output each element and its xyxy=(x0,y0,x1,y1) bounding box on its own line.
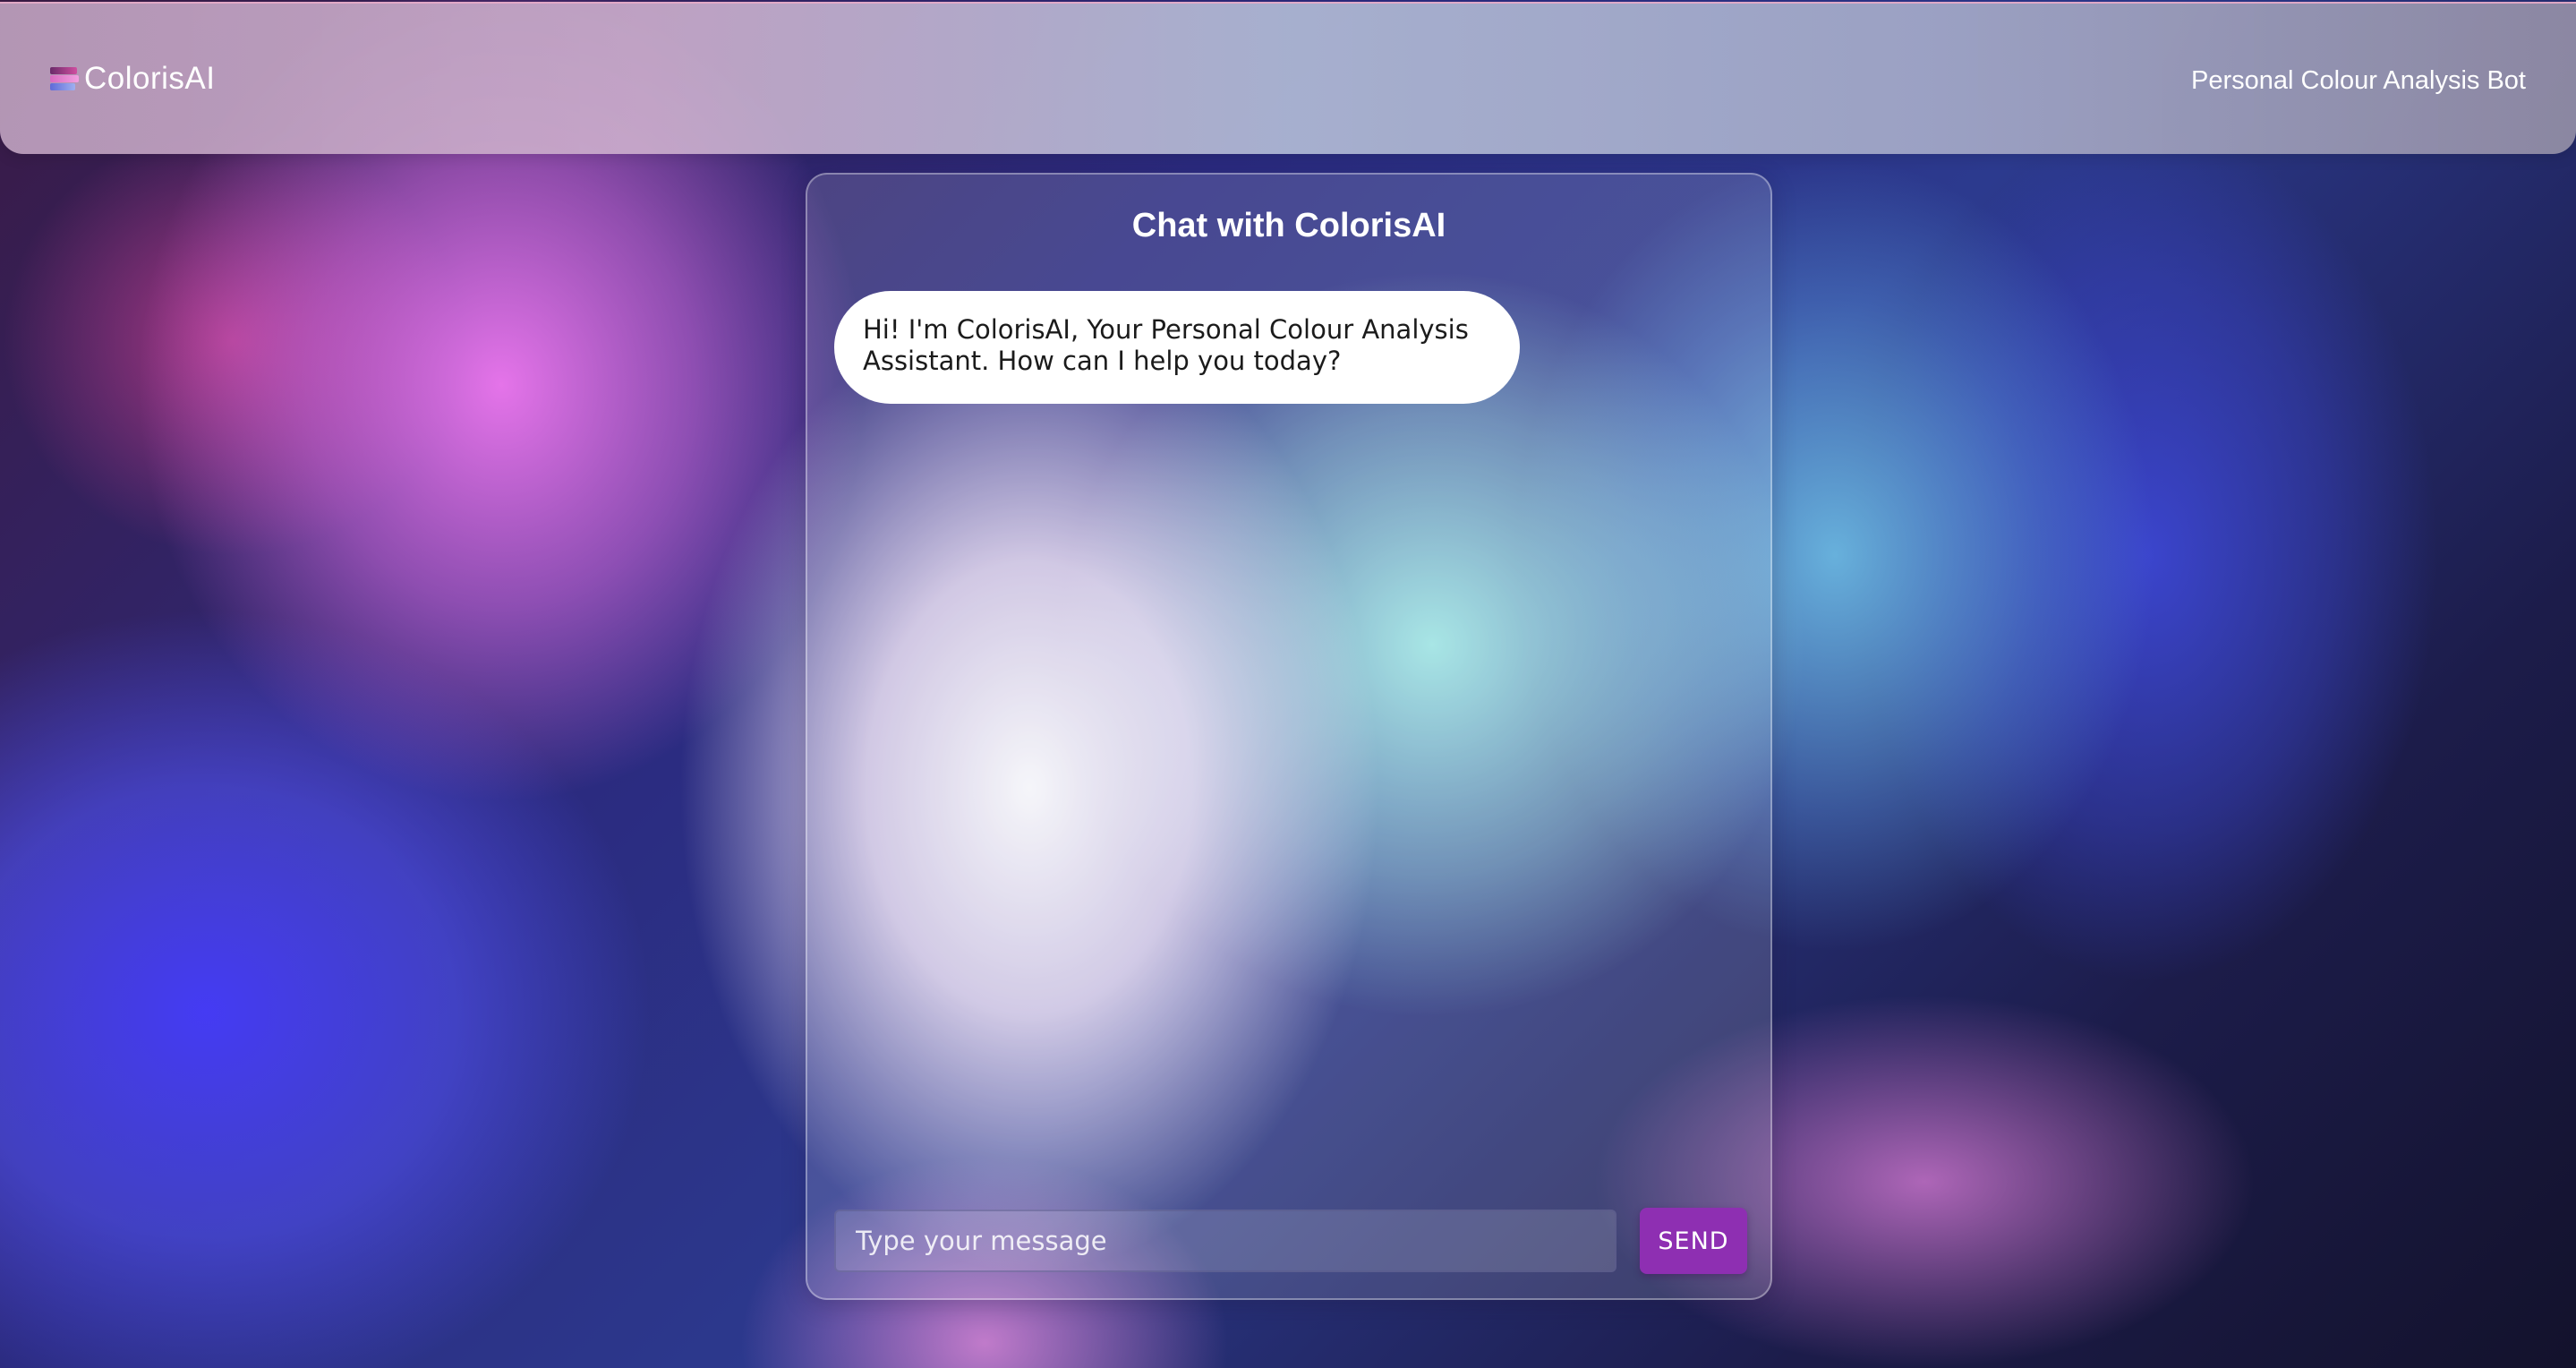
brand-name: ColorisAI xyxy=(84,61,216,96)
chat-panel: Chat with ColorisAI Hi! I'm ColorisAI, Y… xyxy=(806,173,1772,1300)
colour-stripes-icon xyxy=(50,65,79,92)
bot-message-bubble: Hi! I'm ColorisAI, Your Personal Colour … xyxy=(834,291,1520,404)
header-tagline: Personal Colour Analysis Bot xyxy=(2191,66,2526,95)
top-navbar: ColorisAI Personal Colour Analysis Bot xyxy=(0,2,2576,154)
brand[interactable]: ColorisAI xyxy=(50,61,215,97)
message-input[interactable] xyxy=(834,1210,1616,1272)
send-button[interactable]: SEND xyxy=(1640,1208,1747,1274)
chat-title: Chat with ColorisAI xyxy=(1131,207,1446,244)
